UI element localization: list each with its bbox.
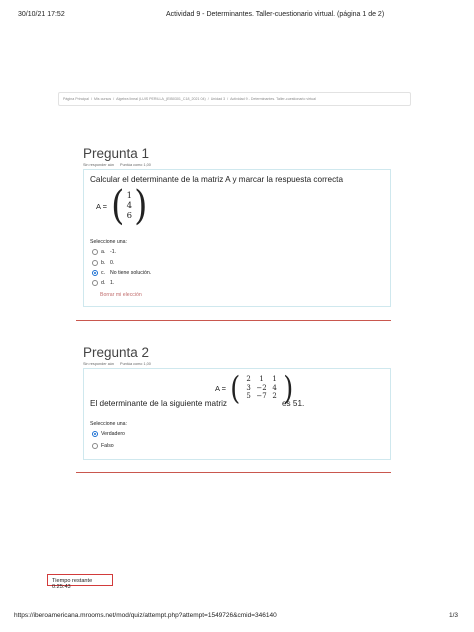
question-1-score: Puntúa como 1,00 xyxy=(120,163,151,167)
matrix-grid: 2 1 1 3 −2 4 5 −7 2 xyxy=(243,375,281,401)
time-remaining-box: Tiempo restante 0:25:43 xyxy=(47,574,113,590)
option-text: Verdadero xyxy=(101,431,125,437)
matrix-cell: 2 xyxy=(272,392,277,401)
print-datetime: 30/10/21 17:52 xyxy=(18,11,65,18)
question-1-text: Calcular el determinante de la matriz A … xyxy=(90,175,344,184)
question-1-select-label: Seleccione una: xyxy=(90,239,127,245)
question-1-matrix: A = ( 1 4 6 ) xyxy=(96,186,149,226)
matrix-cell: 1 xyxy=(259,375,264,384)
question-2-text-before: El determinante de la siguiente matriz xyxy=(90,399,227,408)
breadcrumb-home[interactable]: Página Principal xyxy=(63,97,89,101)
matrix-cell: 6 xyxy=(126,211,133,221)
matrix-cell: 3 xyxy=(246,383,251,392)
option-text: No tiene solución. xyxy=(110,270,152,276)
print-title: Actividad 9 - Determinantes. Taller-cues… xyxy=(166,11,385,18)
matrix-cell: −7 xyxy=(256,392,267,401)
breadcrumb-separator: / xyxy=(207,97,209,101)
radio-button[interactable] xyxy=(92,443,98,449)
matrix-label: A = xyxy=(96,201,108,211)
radio-button-checked[interactable] xyxy=(92,270,98,276)
breadcrumb-course[interactable]: Algebra lineal (LUIS PERILLA_(EIB0301_C1… xyxy=(116,97,206,101)
matrix-cell: 2 xyxy=(246,375,251,384)
option-letter: b. xyxy=(101,260,106,266)
matrix-cell: 4 xyxy=(272,383,277,392)
option-text: 0. xyxy=(110,260,115,266)
matrix-label: A = xyxy=(215,383,227,393)
matrix-cell: 4 xyxy=(126,201,133,211)
option-text: Falso xyxy=(101,443,114,449)
option-text: -1. xyxy=(110,249,117,255)
breadcrumb-my-courses[interactable]: Mis cursos xyxy=(94,97,111,101)
right-parenthesis: ) xyxy=(134,183,148,229)
breadcrumb: Página Principal / Mis cursos / Algebra line… xyxy=(58,92,411,106)
question-1-status: Sin responder aún xyxy=(83,163,115,167)
breadcrumb-unit[interactable]: Unidad 3 xyxy=(211,97,225,101)
matrix-cell: 1 xyxy=(126,191,133,201)
question-divider xyxy=(76,320,391,321)
radio-button[interactable] xyxy=(92,260,98,266)
question-2-box: El determinante de la siguiente matriz A… xyxy=(83,368,391,460)
print-page-number: 1/3 xyxy=(448,612,458,619)
radio-button-checked[interactable] xyxy=(92,431,98,437)
matrix-cell: 1 xyxy=(272,375,277,384)
question-2-title: Pregunta 2 xyxy=(83,345,150,360)
question-divider xyxy=(76,472,391,473)
radio-button[interactable] xyxy=(92,280,98,286)
question-1-meta: Sin responder aún Puntúa como 1,00 xyxy=(83,163,151,167)
breadcrumb-separator: / xyxy=(113,97,115,101)
clear-choice-link[interactable]: Borrar mi elección xyxy=(100,292,142,298)
question-1-option-b[interactable]: b. 0. xyxy=(92,260,114,266)
question-2-select-label: Seleccione una: xyxy=(90,421,127,427)
question-2-option-true[interactable]: Verdadero xyxy=(92,431,125,437)
option-letter: c. xyxy=(101,270,106,276)
breadcrumb-separator: / xyxy=(90,97,92,101)
question-2-score: Puntúa como 1,00 xyxy=(120,362,151,366)
print-url: https://iberoamericana.mrooms.net/mod/qu… xyxy=(14,612,277,619)
question-1-title: Pregunta 1 xyxy=(83,146,150,161)
option-text: 1. xyxy=(110,280,115,286)
option-letter: a. xyxy=(101,249,106,255)
question-2-status: Sin responder aún xyxy=(83,362,115,366)
question-1-option-c[interactable]: c. No tiene solución. xyxy=(92,270,151,276)
left-parenthesis: ( xyxy=(111,183,125,229)
matrix-cell: 5 xyxy=(246,392,251,401)
radio-button[interactable] xyxy=(92,249,98,255)
left-parenthesis: ( xyxy=(230,369,241,407)
question-1-box: Calcular el determinante de la matriz A … xyxy=(83,169,391,307)
breadcrumb-separator: / xyxy=(227,97,229,101)
matrix-cell: −2 xyxy=(256,383,267,392)
question-1-option-a[interactable]: a. -1. xyxy=(92,249,116,255)
breadcrumb-activity[interactable]: Actividad 9 - Determinantes. Taller-cues… xyxy=(230,97,316,101)
question-1-option-d[interactable]: d. 1. xyxy=(92,280,114,286)
question-2-option-false[interactable]: Falso xyxy=(92,443,114,449)
question-2-text-after: es 51. xyxy=(282,399,305,408)
option-letter: d. xyxy=(101,280,106,286)
question-2-meta: Sin responder aún Puntúa como 1,00 xyxy=(83,362,151,366)
column-vector: 1 4 6 xyxy=(127,191,132,221)
